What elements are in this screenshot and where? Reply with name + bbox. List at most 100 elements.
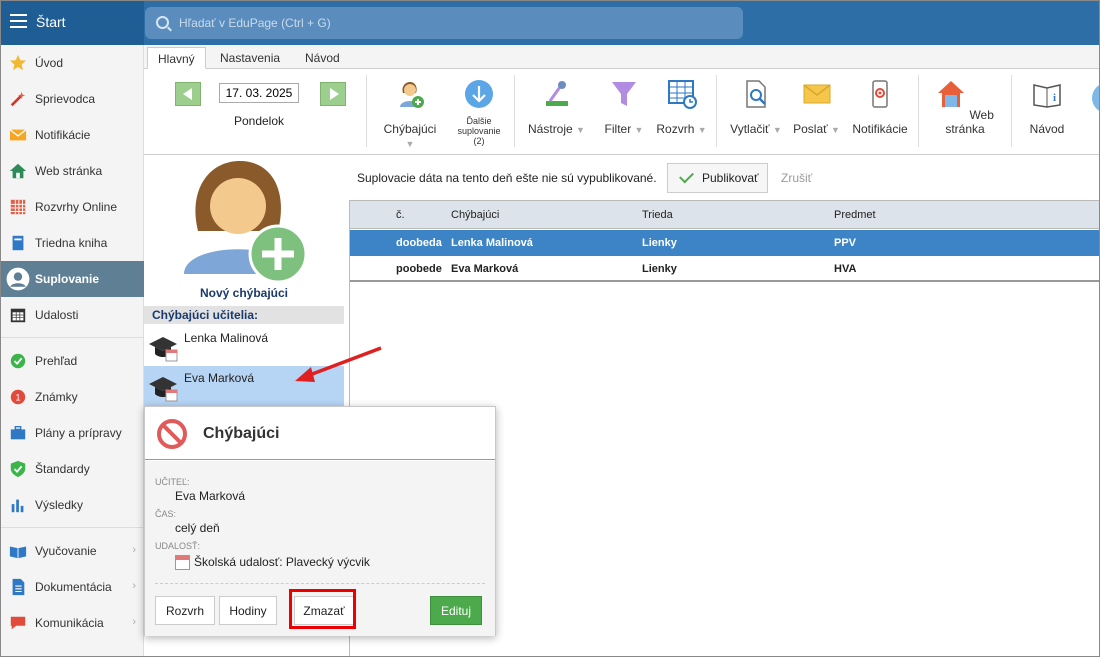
caret-down-icon: ▼ [576,125,585,135]
sidebar-item-label: Rozvrhy Online [35,200,118,214]
user-add-icon [400,82,424,108]
funnel-icon [612,82,636,106]
column-header[interactable]: Trieda [642,209,673,221]
tool-label: Web stránka [945,108,994,136]
bar-chart-icon [11,499,24,513]
send-button[interactable]: Poslať ▼ [789,79,844,136]
absent-teachers-heading: Chýbajúci učitelia: [144,306,344,324]
app-window: Štart Úvod Sprievodca Notifikácie Web st… [0,0,1100,657]
help-button[interactable]: i Návod [1022,79,1072,136]
sidebar-item-label: Dokumentácia [35,580,112,594]
overflow-tool-icon[interactable] [1092,83,1099,113]
more-substitution-button[interactable]: Ďalšie suplovanie (2) [454,79,504,146]
document-icon [12,578,25,596]
event-field-value: Školská udalosť: Plavecký výcvik [194,555,370,569]
graduation-cap-icon [149,337,178,362]
table-cell: Lienky [642,263,677,275]
magic-wand-icon [10,91,26,107]
chevron-right-icon: › [132,580,136,592]
hamburger-icon[interactable] [10,14,27,28]
time-field-value: celý deň [175,521,220,535]
column-header[interactable]: Predmet [834,209,876,221]
svg-text:1: 1 [15,393,20,403]
previous-day-button[interactable] [175,82,201,106]
info-book-icon: i [1033,84,1061,108]
sidebar-item-znamky[interactable]: 1 Známky [1,379,144,415]
absent-tool-button[interactable]: Chýbajúci ▼ [380,79,440,150]
column-header[interactable]: č. [396,209,405,221]
tool-label: Nástroje [528,122,573,136]
next-day-button[interactable] [320,82,346,106]
start-menu[interactable]: Štart [1,1,144,45]
sidebar-item-vyucovanie[interactable]: Vyučovanie › [1,533,144,569]
sidebar-item-triedna-kniha[interactable]: Triedna kniha [1,225,144,261]
start-label: Štart [36,14,66,30]
table-cell: PPV [834,237,857,249]
table-row[interactable]: poobede Eva Marková Lienky HVA [350,256,1099,282]
sidebar-item-label: Úvod [35,56,64,70]
svg-text:i: i [1053,92,1056,104]
tool-label: Chýbajúci [383,122,437,136]
tab-nastavenia[interactable]: Nastavenia [210,47,290,69]
tab-hlavny[interactable]: Hlavný [147,47,206,69]
filter-button[interactable]: Filter ▼ [599,79,649,136]
cancel-link[interactable]: Zrušiť [781,171,812,185]
new-absent-label[interactable]: Nový chýbajúci [144,286,344,300]
calendar-icon [175,555,190,570]
date-field[interactable] [219,83,299,103]
new-absent-avatar[interactable] [180,156,310,286]
arrow-right-icon [330,88,339,100]
sidebar-item-prehlad[interactable]: Prehľad [1,343,144,379]
envelope-icon [803,84,830,104]
publish-button[interactable]: Publikovať [667,163,768,193]
edit-button[interactable]: Edituj [430,596,482,625]
chevron-right-icon: › [132,616,136,628]
tools-button[interactable]: Nástroje ▼ [524,79,589,136]
sidebar-item-vysledky[interactable]: Výsledky [1,487,144,523]
search-input[interactable] [179,14,699,32]
caret-down-icon: ▼ [697,125,707,135]
grades-icon: 1 [10,389,26,405]
popup-title: Chýbajúci [203,425,280,442]
sidebar-item-dokumentacia[interactable]: Dokumentácia › [1,569,144,605]
toolbar-separator [514,75,515,147]
sidebar-item-suplovanie[interactable]: Suplovanie [1,261,144,297]
sidebar-item-komunikacia[interactable]: Komunikácia › [1,605,144,641]
tool-label: Filter [604,122,632,136]
print-button[interactable]: Vytlačiť ▼ [726,79,786,136]
teacher-name: Eva Marková [184,371,255,385]
timetable-button[interactable]: Rozvrh ▼ [654,79,709,136]
tools-icon [545,81,568,106]
sidebar-item-plany[interactable]: Plány a prípravy [1,415,144,451]
open-book-icon [9,546,27,559]
sidebar-item-label: Komunikácia [35,616,104,630]
tab-navod[interactable]: Návod [295,47,350,69]
popup-header: Chýbajúci [145,407,495,460]
shield-check-icon [10,460,26,478]
table-cell: Lienky [642,237,677,249]
column-header[interactable]: Chýbajúci [451,209,499,221]
sidebar-separator [1,337,144,338]
sidebar-item-standardy[interactable]: Štandardy [1,451,144,487]
sidebar-item-rozvrhy-online[interactable]: Rozvrhy Online [1,189,144,225]
arrow-left-icon [183,88,192,100]
top-bar: Štart [1,1,1099,45]
table-row[interactable]: doobeda Lenka Malinová Lienky PPV [350,230,1099,256]
hours-button[interactable]: Hodiny [219,596,277,625]
web-page-button[interactable]: Web stránka [930,79,1000,136]
house-icon [9,163,27,179]
search-box[interactable] [145,7,743,39]
sidebar-item-udalosti[interactable]: Udalosti [1,297,144,333]
timetable-button[interactable]: Rozvrh [155,596,215,625]
ribbon-toolbar: Pondelok Chýbajúci ▼ Ďalšie suplovanie (… [144,69,1099,155]
sidebar-item-uvod[interactable]: Úvod [1,45,144,81]
caret-down-icon: ▼ [772,125,782,135]
sidebar-item-notifikacie[interactable]: Notifikácie [1,117,144,153]
sidebar-item-sprievodca[interactable]: Sprievodca [1,81,144,117]
teacher-name: Lenka Malinová [184,331,269,345]
sidebar-item-label: Sprievodca [35,92,96,106]
chevron-right-icon: › [132,544,136,556]
sidebar-item-web-stranka[interactable]: Web stránka [1,153,144,189]
notifications-button[interactable]: Notifikácie [849,79,911,136]
chat-icon [10,616,26,630]
